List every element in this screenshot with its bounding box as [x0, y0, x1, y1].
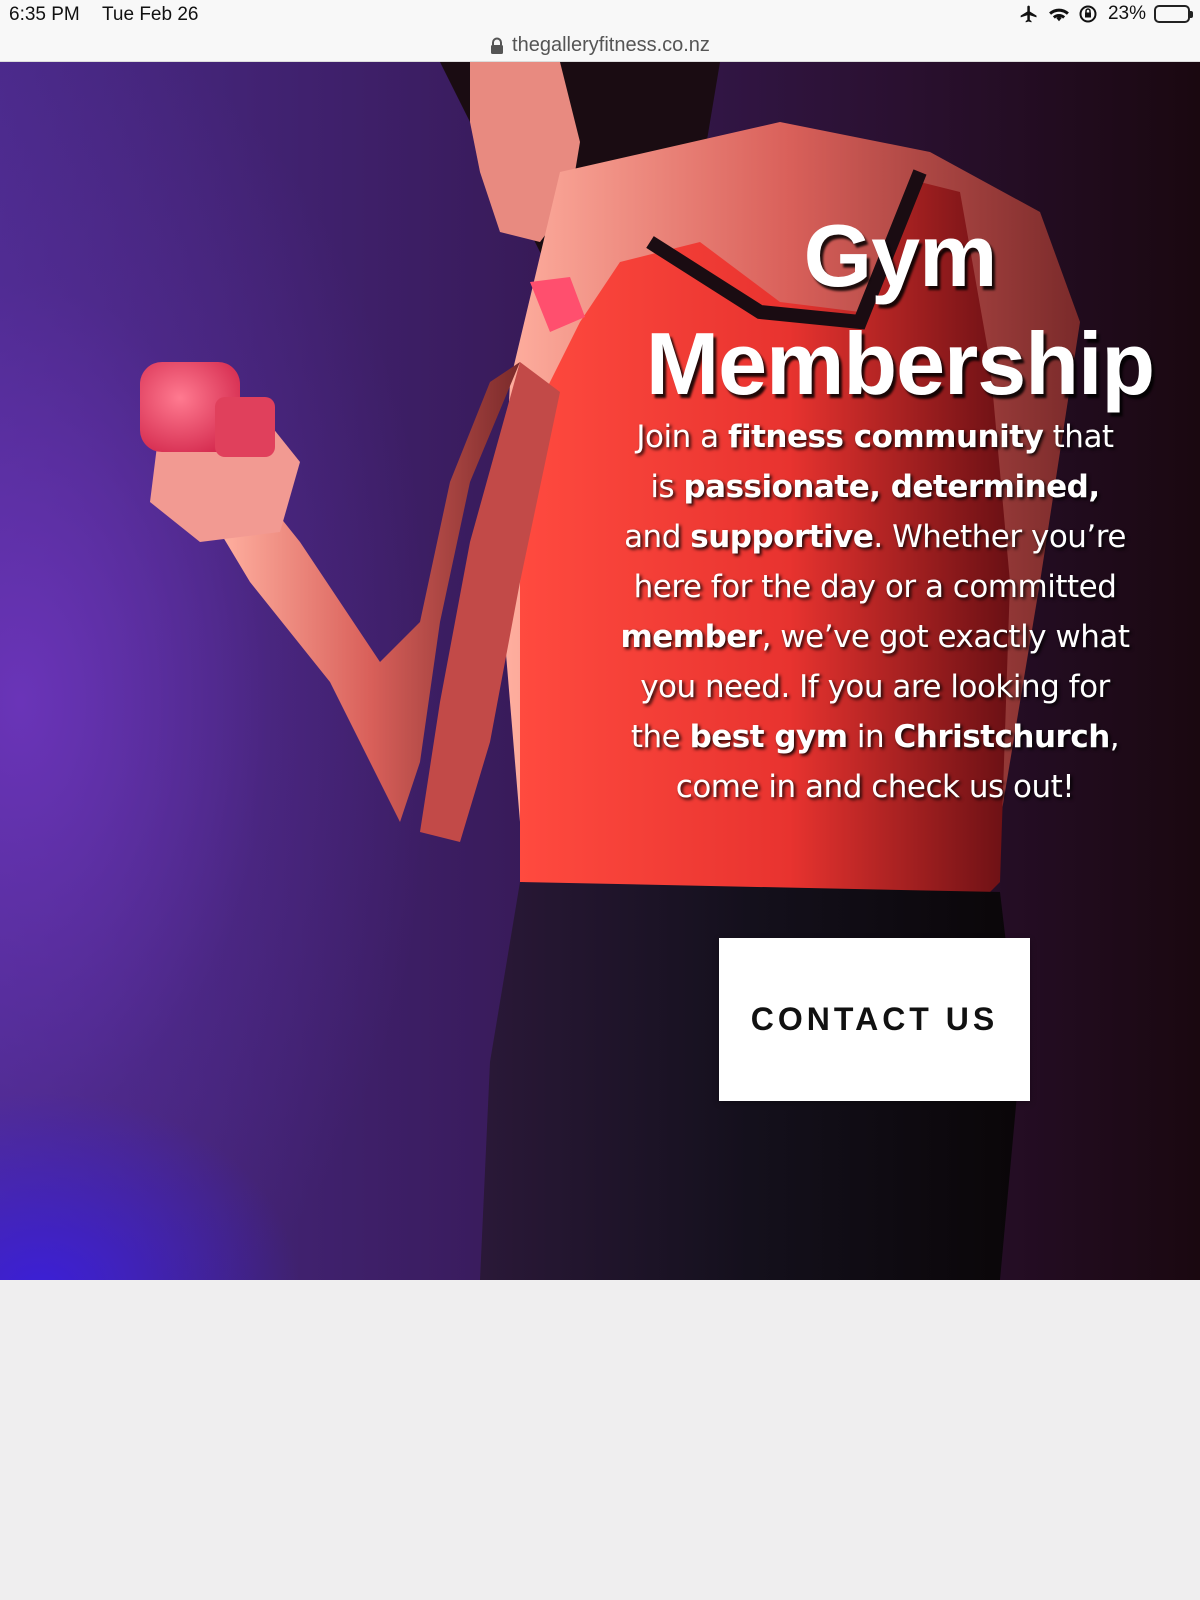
page-title-line1: Gym [803, 206, 998, 305]
airplane-icon [1018, 4, 1040, 24]
copy-text-1: Join a [636, 419, 728, 455]
copy-bold-3: supportive [690, 519, 874, 555]
page-title-line2: Membership [645, 314, 1155, 413]
copy-bold-6: Christchurch [893, 719, 1111, 755]
battery-icon [1154, 5, 1193, 23]
copy-bold-4: member [620, 619, 762, 655]
address-bar[interactable]: thegalleryfitness.co.nz [0, 30, 1200, 62]
copy-text-6: in [847, 719, 894, 755]
hero-description: Join a fitness community that is passion… [620, 412, 1130, 812]
status-time: 6:35 PM [9, 4, 80, 25]
hero-section: Gym Membership Join a fitness community … [0, 62, 1200, 1280]
status-bar: 6:35 PM Tue Feb 26 23% [0, 0, 1200, 30]
copy-bold-1: fitness community [727, 419, 1044, 455]
page-title: Gym Membership [600, 202, 1200, 418]
copy-text-3: and [624, 519, 691, 555]
page-content-below-hero [0, 1280, 1200, 1600]
status-icons: 23% [1018, 3, 1193, 25]
status-date: Tue Feb 26 [102, 4, 199, 25]
lock-icon [490, 37, 504, 55]
contact-us-button[interactable]: CONTACT US [719, 938, 1030, 1101]
copy-bold-5: best gym [689, 719, 848, 755]
copy-bold-2: passionate, determined, [683, 469, 1100, 505]
wifi-icon [1048, 5, 1070, 23]
battery-percent: 23% [1107, 3, 1146, 24]
orientation-lock-icon [1078, 4, 1098, 24]
url-text[interactable]: thegalleryfitness.co.nz [512, 34, 710, 57]
